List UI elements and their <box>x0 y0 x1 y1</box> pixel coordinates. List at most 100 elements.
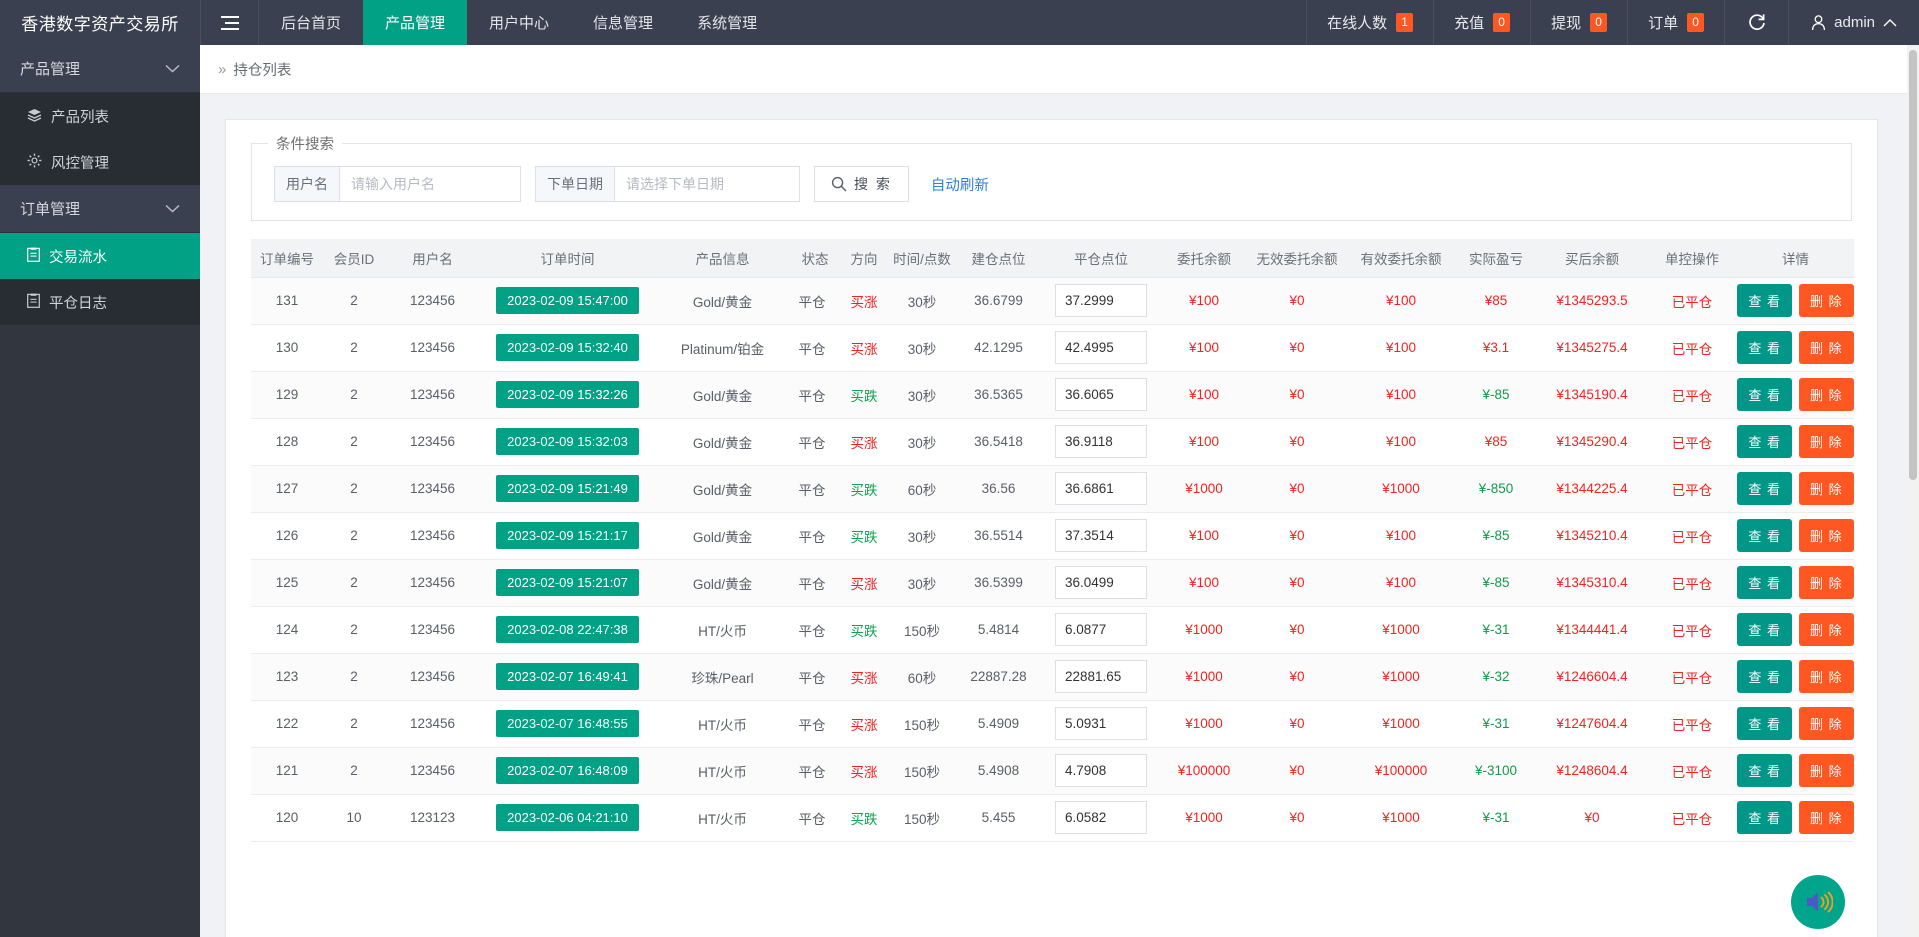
delete-button[interactable]: 删 除 <box>1799 519 1854 552</box>
view-button[interactable]: 查 看 <box>1737 801 1792 834</box>
search-username-input[interactable] <box>339 166 521 202</box>
cell-close-point[interactable] <box>1041 606 1161 654</box>
cell-details[interactable]: 查 看删 除 <box>1737 465 1854 513</box>
cell-details[interactable]: 查 看删 除 <box>1737 559 1854 607</box>
stat-withdraw[interactable]: 提现 0 <box>1530 0 1627 45</box>
user-menu[interactable]: admin <box>1788 0 1919 45</box>
close-point-input[interactable] <box>1055 566 1147 599</box>
cell-details[interactable]: 查 看删 除 <box>1737 794 1854 842</box>
cell-details[interactable]: 查 看删 除 <box>1737 606 1854 654</box>
cell-close-point[interactable] <box>1041 559 1161 607</box>
sidebar-item-risk-control[interactable]: 风控管理 <box>0 139 200 185</box>
close-point-input[interactable] <box>1055 378 1147 411</box>
order-id-text: 131 <box>275 293 299 308</box>
cell-details[interactable]: 查 看删 除 <box>1737 512 1854 560</box>
valid-entrust-text: ¥1000 <box>1382 810 1420 825</box>
sidebar-group-product-management[interactable]: 产品管理 <box>0 45 200 93</box>
close-point-input[interactable] <box>1055 613 1147 646</box>
sidebar-item-transaction-flow[interactable]: 交易流水 <box>0 233 200 279</box>
search-button[interactable]: 搜 索 <box>814 166 909 202</box>
auto-refresh-link[interactable]: 自动刷新 <box>931 174 989 195</box>
cell-close-point[interactable] <box>1041 653 1161 701</box>
cell-status: 平仓 <box>790 465 840 513</box>
status-text: 平仓 <box>798 811 826 827</box>
cell-details[interactable]: 查 看删 除 <box>1737 418 1854 466</box>
cell-details[interactable]: 查 看删 除 <box>1737 700 1854 748</box>
sidebar-item-close-position-log[interactable]: 平仓日志 <box>0 279 200 325</box>
close-point-input[interactable] <box>1055 660 1147 693</box>
cell-close-point[interactable] <box>1041 418 1161 466</box>
search-date-input[interactable] <box>614 166 800 202</box>
chevron-up-icon <box>1883 19 1897 27</box>
view-button[interactable]: 查 看 <box>1737 331 1792 364</box>
view-button[interactable]: 查 看 <box>1737 707 1792 740</box>
nav-item-system-management[interactable]: 系统管理 <box>675 0 779 45</box>
view-button[interactable]: 查 看 <box>1737 378 1792 411</box>
nav-item-info-management[interactable]: 信息管理 <box>571 0 675 45</box>
page-scrollbar-thumb[interactable] <box>1909 50 1917 480</box>
delete-button[interactable]: 删 除 <box>1799 613 1854 646</box>
delete-button[interactable]: 删 除 <box>1799 707 1854 740</box>
view-button[interactable]: 查 看 <box>1737 566 1792 599</box>
close-point-input[interactable] <box>1055 707 1147 740</box>
cell-close-point[interactable] <box>1041 371 1161 419</box>
delete-button[interactable]: 删 除 <box>1799 331 1854 364</box>
cell-close-point[interactable] <box>1041 512 1161 560</box>
cell-details[interactable]: 查 看删 除 <box>1737 747 1854 795</box>
stat-online-users-label: 在线人数 <box>1327 15 1388 32</box>
delete-button[interactable]: 删 除 <box>1799 801 1854 834</box>
refresh-icon[interactable] <box>1724 0 1788 45</box>
cell-order-id: 128 <box>251 418 323 466</box>
order-id-text: 128 <box>275 434 299 449</box>
sidebar-group-order-management[interactable]: 订单管理 <box>0 185 200 233</box>
cell-details[interactable]: 查 看删 除 <box>1737 277 1854 325</box>
view-button[interactable]: 查 看 <box>1737 472 1792 505</box>
delete-button[interactable]: 删 除 <box>1799 566 1854 599</box>
cell-close-point[interactable] <box>1041 324 1161 372</box>
sidebar-item-product-list[interactable]: 产品列表 <box>0 93 200 139</box>
stat-deposit[interactable]: 充值 0 <box>1433 0 1530 45</box>
close-point-input[interactable] <box>1055 472 1147 505</box>
delete-button[interactable]: 删 除 <box>1799 378 1854 411</box>
col-duration-points: 时间/点数 <box>888 239 956 278</box>
delete-button[interactable]: 删 除 <box>1799 425 1854 458</box>
close-point-input[interactable] <box>1055 331 1147 364</box>
cell-username: 123123 <box>385 794 480 842</box>
date-field-label: 下单日期 <box>535 166 614 202</box>
member-id-text: 2 <box>350 669 358 684</box>
delete-button[interactable]: 删 除 <box>1799 660 1854 693</box>
view-button[interactable]: 查 看 <box>1737 613 1792 646</box>
view-button[interactable]: 查 看 <box>1737 284 1792 317</box>
close-point-input[interactable] <box>1055 754 1147 787</box>
menu-icon[interactable] <box>201 0 258 45</box>
close-point-input[interactable] <box>1055 801 1147 834</box>
close-point-input[interactable] <box>1055 425 1147 458</box>
view-button[interactable]: 查 看 <box>1737 519 1792 552</box>
cell-close-point[interactable] <box>1041 794 1161 842</box>
close-point-input[interactable] <box>1055 284 1147 317</box>
cell-duration: 60秒 <box>888 465 956 513</box>
view-button[interactable]: 查 看 <box>1737 660 1792 693</box>
cell-details[interactable]: 查 看删 除 <box>1737 371 1854 419</box>
cell-details[interactable]: 查 看删 除 <box>1737 324 1854 372</box>
view-button[interactable]: 查 看 <box>1737 754 1792 787</box>
nav-item-user-center[interactable]: 用户中心 <box>467 0 571 45</box>
stat-orders[interactable]: 订单 0 <box>1627 0 1724 45</box>
cell-close-point[interactable] <box>1041 747 1161 795</box>
nav-item-dashboard[interactable]: 后台首页 <box>259 0 363 45</box>
cell-close-point[interactable] <box>1041 277 1161 325</box>
delete-button[interactable]: 删 除 <box>1799 284 1854 317</box>
view-button[interactable]: 查 看 <box>1737 425 1792 458</box>
cell-close-point[interactable] <box>1041 700 1161 748</box>
cell-close-point[interactable] <box>1041 465 1161 513</box>
sound-toggle-button[interactable] <box>1791 875 1845 929</box>
stat-online-users[interactable]: 在线人数 1 <box>1306 0 1433 45</box>
delete-button[interactable]: 删 除 <box>1799 472 1854 505</box>
close-point-input[interactable] <box>1055 519 1147 552</box>
cell-order-time: 2023-02-09 15:32:03 <box>480 418 655 466</box>
delete-button[interactable]: 删 除 <box>1799 754 1854 787</box>
nav-item-product-management[interactable]: 产品管理 <box>363 0 468 45</box>
cell-details[interactable]: 查 看删 除 <box>1737 653 1854 701</box>
valid-entrust-text: ¥100 <box>1385 434 1417 449</box>
page-scrollbar[interactable] <box>1907 45 1919 937</box>
